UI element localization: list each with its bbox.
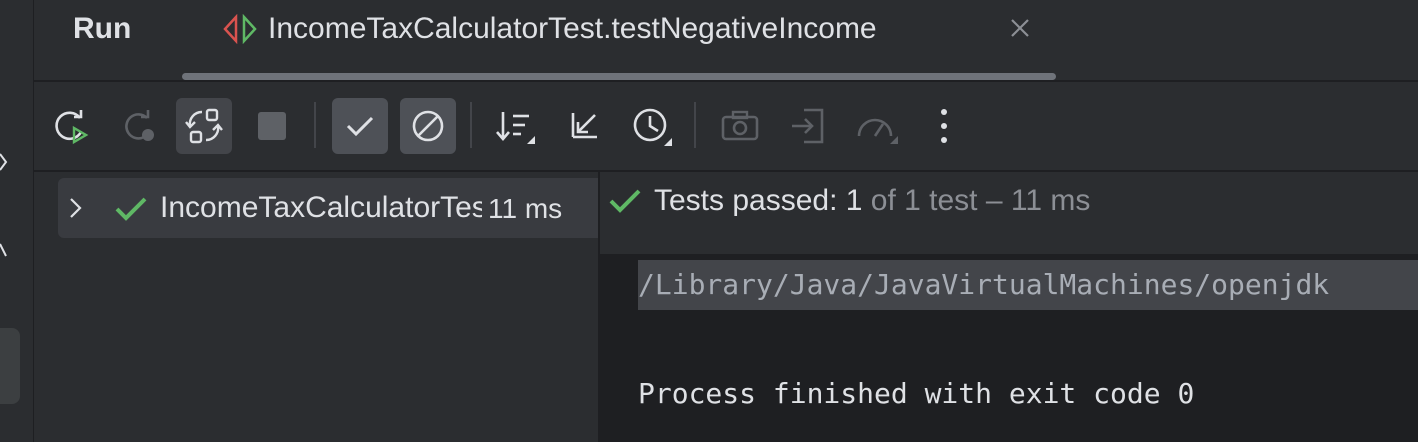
- show-ignored-button[interactable]: [400, 98, 456, 154]
- chevron-right-icon[interactable]: [68, 196, 84, 220]
- run-tab[interactable]: IncomeTaxCalculatorTest.testNegativeInco…: [220, 0, 1058, 78]
- console-line: /Library/Java/JavaVirtualMachines/openjd…: [638, 260, 1418, 310]
- toolbar-separator: [314, 102, 316, 148]
- strip-marker-icon[interactable]: [0, 240, 8, 260]
- console-line: Process finished with exit code 0: [638, 377, 1195, 410]
- tab-title: IncomeTaxCalculatorTest.testNegativeInco…: [268, 12, 877, 45]
- rerun-button[interactable]: [42, 98, 98, 154]
- history-icon: [633, 108, 672, 146]
- status-main-text: Tests passed: 1: [654, 184, 863, 217]
- rerun-failed-icon: [125, 110, 154, 141]
- test-output-panel: Tests passed: 1 of 1 test – 11 ms /Libra…: [600, 172, 1418, 442]
- status-sub-text: of 1 test – 11 ms: [862, 184, 1091, 217]
- collapse-button[interactable]: [556, 98, 612, 154]
- rerun-failed-button[interactable]: [110, 98, 166, 154]
- import-tests-button[interactable]: [780, 98, 836, 154]
- stop-icon: [258, 112, 286, 140]
- collapse-icon: [571, 113, 597, 139]
- ignored-icon: [412, 110, 444, 142]
- passed-check-icon: [609, 189, 641, 213]
- tree-row-label: IncomeTaxCalculatorTest: [160, 191, 482, 224]
- more-vertical-icon: [941, 109, 947, 143]
- run-tool-window-header: Run IncomeTaxCalculatorTest.testNegative…: [34, 0, 1418, 82]
- show-passed-button[interactable]: [332, 98, 388, 154]
- passed-check-icon: [115, 197, 147, 221]
- check-icon: [346, 116, 374, 137]
- test-run-icon: [223, 14, 257, 44]
- tool-strip-active-button[interactable]: [0, 328, 20, 404]
- test-tree-panel: IncomeTaxCalculatorTest 11 ms: [34, 172, 598, 442]
- toolbar-separator: [694, 102, 696, 148]
- tree-row[interactable]: IncomeTaxCalculatorTest 11 ms: [58, 178, 598, 238]
- camera-icon: [721, 110, 759, 141]
- toggle-auto-test-button[interactable]: [176, 98, 232, 154]
- console-output[interactable]: /Library/Java/JavaVirtualMachines/openjd…: [600, 254, 1418, 442]
- screenshot-button[interactable]: [712, 98, 768, 154]
- sort-icon: [496, 112, 535, 144]
- tree-row-duration: 11 ms: [488, 193, 563, 224]
- run-toolbar: [34, 82, 1418, 172]
- chevron-right-icon[interactable]: [0, 152, 8, 172]
- sort-button[interactable]: [488, 98, 544, 154]
- test-history-button[interactable]: [624, 98, 680, 154]
- more-button[interactable]: [916, 98, 972, 154]
- left-tool-strip: [0, 0, 34, 442]
- auto-test-icon: [185, 108, 223, 144]
- import-icon: [792, 108, 824, 144]
- rerun-icon: [55, 110, 89, 145]
- close-icon[interactable]: [1008, 16, 1032, 40]
- tool-window-title: Run: [73, 12, 132, 45]
- gauge-icon: [857, 118, 898, 144]
- test-status-summary: Tests passed: 1 of 1 test – 11 ms: [654, 184, 1090, 218]
- stop-button[interactable]: [244, 98, 300, 154]
- tab-selection-indicator: [182, 73, 1056, 80]
- toolbar-separator: [470, 102, 472, 148]
- coverage-button[interactable]: [848, 98, 904, 154]
